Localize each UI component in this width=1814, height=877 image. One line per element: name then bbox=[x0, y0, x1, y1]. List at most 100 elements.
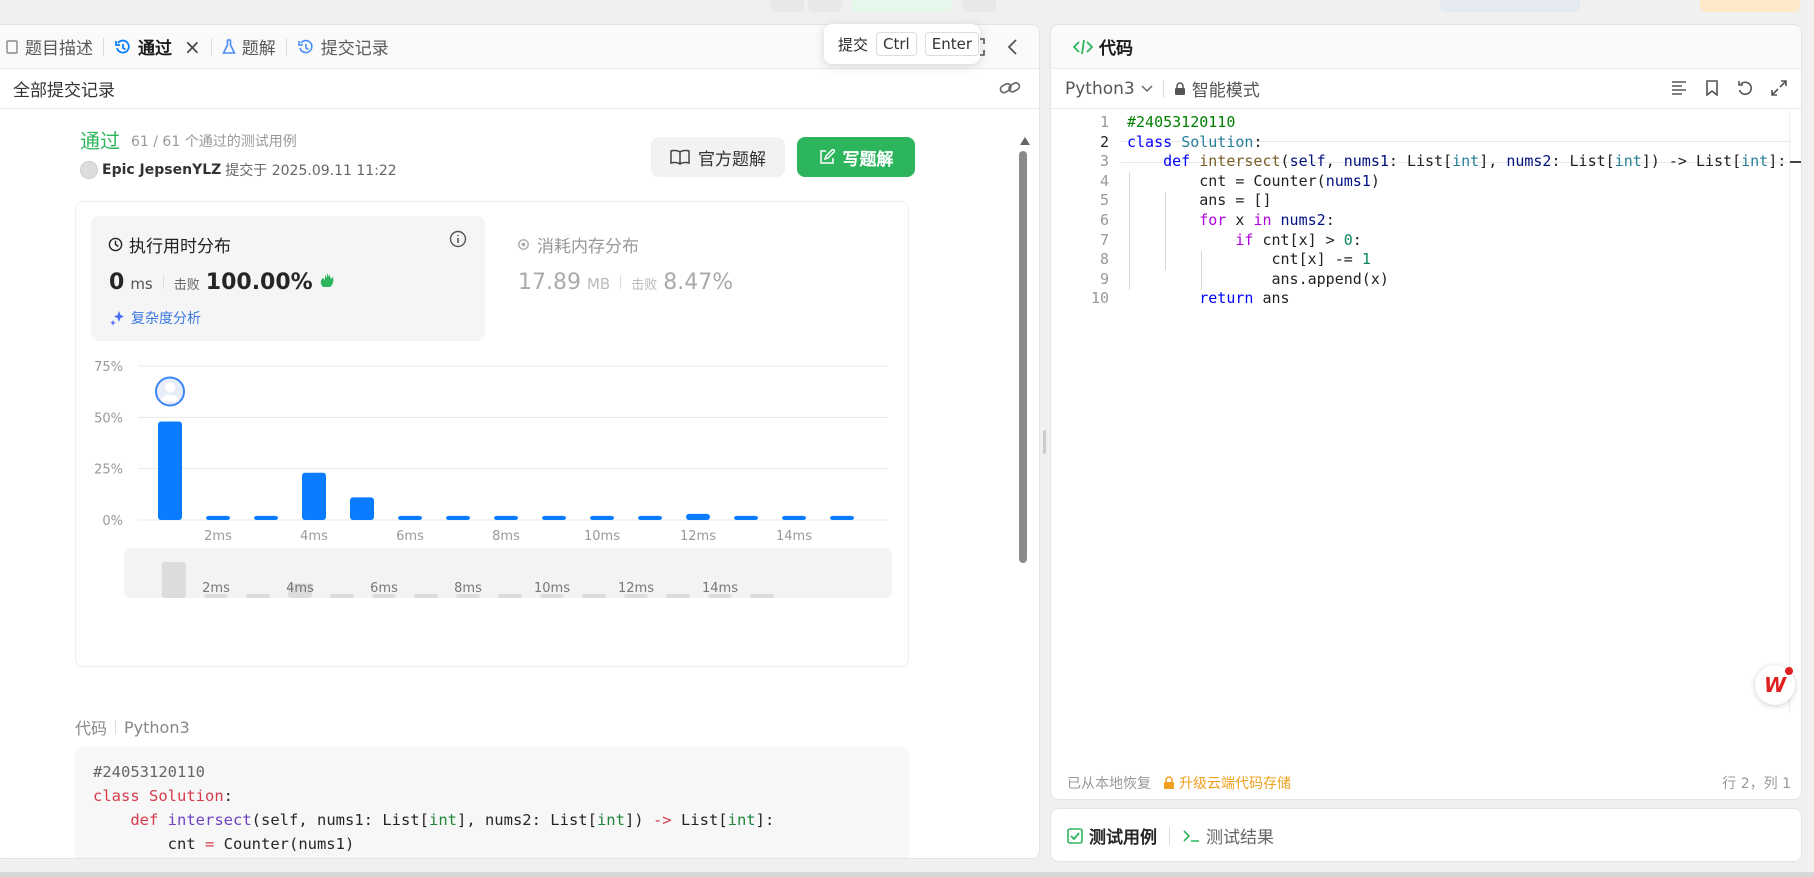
code-line[interactable]: ans = [] bbox=[1127, 191, 1271, 209]
navigator-bar bbox=[666, 594, 690, 598]
code-line[interactable]: #24053120110 bbox=[1127, 113, 1235, 131]
info-icon[interactable] bbox=[449, 230, 467, 248]
tab-accepted[interactable]: 通过 × bbox=[104, 25, 211, 68]
editor-scrollbar[interactable] bbox=[1789, 111, 1801, 713]
chart-bar[interactable] bbox=[830, 515, 854, 520]
code-line[interactable]: return ans bbox=[1127, 289, 1289, 307]
editor-tabs: 代码 bbox=[1051, 25, 1801, 69]
expand-icon[interactable] bbox=[1771, 80, 1787, 96]
memory-beat-pct: 8.47% bbox=[663, 270, 734, 295]
tab-label: 提交记录 bbox=[320, 39, 389, 59]
chart-bar[interactable] bbox=[302, 472, 326, 520]
code-editor[interactable]: 1 #24053120110 2 class Solution: 3 def inter… bbox=[1051, 110, 1791, 710]
runtime-distribution-chart[interactable]: 75% 50% 25% 0% 2ms 4ms 6ms 8ms 10ms 12ms 14ms 2ms 4m… bbox=[76, 352, 910, 652]
code-preview-line: def intersect(self, nums1: List[int], nu… bbox=[130, 811, 775, 829]
history-icon bbox=[114, 38, 132, 56]
avatar-head bbox=[165, 382, 175, 393]
chart-bar[interactable] bbox=[350, 497, 374, 520]
submitter-name[interactable]: Epic JepsenYLZ bbox=[102, 162, 221, 178]
chart-bar[interactable] bbox=[206, 515, 230, 520]
chart-bar[interactable] bbox=[782, 515, 806, 520]
tab-code[interactable]: 代码 bbox=[1063, 25, 1143, 68]
code-line[interactable]: ans.append(x) bbox=[1127, 270, 1388, 288]
stats-card: 执行用时分布 0 ms 击败 100.00% 复杂度分析 消耗内存分布 17.8… bbox=[75, 201, 909, 667]
all-submissions-link[interactable]: 全部提交记录 bbox=[13, 76, 115, 101]
code-line[interactable]: cnt = Counter(nums1) bbox=[1127, 172, 1380, 190]
indent-guide bbox=[1129, 172, 1130, 290]
link-icon[interactable] bbox=[999, 79, 1021, 97]
clap-icon bbox=[319, 271, 337, 289]
scrollbar-thumb[interactable] bbox=[1019, 151, 1027, 563]
code-line[interactable]: cnt[x] -= 1 bbox=[1127, 250, 1370, 268]
x-tick-label: 8ms bbox=[492, 529, 520, 544]
tab-test-result[interactable]: 测试结果 bbox=[1206, 823, 1274, 848]
chart-bar[interactable] bbox=[638, 515, 662, 520]
toolbar-button[interactable] bbox=[770, 0, 804, 12]
write-solution-button[interactable]: 写题解 bbox=[797, 137, 915, 177]
chart-bar[interactable] bbox=[446, 515, 470, 520]
left-scrollbar[interactable] bbox=[1017, 137, 1030, 858]
chart-bar[interactable] bbox=[494, 515, 518, 520]
wps-floating-icon[interactable]: W bbox=[1755, 665, 1795, 705]
line-number: 1 bbox=[1099, 113, 1109, 131]
navigator-tick-label: 6ms bbox=[370, 581, 398, 596]
complexity-analysis-link[interactable]: 复杂度分析 bbox=[131, 308, 201, 328]
chart-bar[interactable] bbox=[542, 515, 566, 520]
submit-tooltip: 提交 Ctrl Enter bbox=[824, 24, 980, 64]
flask-icon bbox=[221, 38, 236, 55]
navigator-bar bbox=[246, 594, 270, 598]
indent-guide bbox=[1201, 250, 1202, 290]
chart-bar[interactable] bbox=[158, 421, 182, 520]
code-section-header: 代码 Python3 bbox=[75, 715, 190, 739]
horizontal-scrollbar[interactable] bbox=[0, 872, 1814, 877]
run-button[interactable] bbox=[808, 0, 842, 12]
x-tick-label: 2ms bbox=[204, 529, 232, 544]
chart-bar[interactable] bbox=[734, 515, 758, 520]
format-icon[interactable] bbox=[1671, 81, 1687, 95]
language-select[interactable]: Python3 bbox=[1065, 79, 1153, 99]
code-line[interactable]: def intersect(self, nums1: List[int], nu… bbox=[1127, 152, 1786, 170]
avatar[interactable] bbox=[80, 161, 98, 179]
result-cases: 61 / 61 个通过的测试用例 bbox=[131, 134, 297, 150]
tab-testcase[interactable]: 测试用例 bbox=[1089, 823, 1157, 848]
official-solution-button[interactable]: 官方题解 bbox=[651, 137, 785, 177]
chart-bar[interactable] bbox=[686, 513, 710, 520]
line-number: 5 bbox=[1099, 191, 1109, 210]
tab-submissions[interactable]: 提交记录 bbox=[287, 25, 399, 68]
collapse-left-icon[interactable] bbox=[1007, 38, 1019, 56]
upgrade-storage-link[interactable]: 升级云端代码存储 bbox=[1179, 773, 1291, 793]
x-tick-label: 12ms bbox=[680, 529, 716, 544]
navigator-bar bbox=[750, 594, 774, 598]
navigator-bar bbox=[162, 562, 186, 598]
bookmark-icon[interactable] bbox=[1705, 80, 1719, 96]
code-line[interactable]: class Solution: bbox=[1127, 133, 1262, 151]
navigator-tick-label: 2ms bbox=[202, 581, 230, 596]
checkbox-icon bbox=[1067, 827, 1083, 844]
premium-button[interactable] bbox=[1700, 0, 1800, 12]
tab-solutions[interactable]: 题解 bbox=[212, 25, 286, 68]
smart-mode-toggle[interactable]: 智能模式 bbox=[1174, 76, 1260, 101]
tab-description[interactable]: 题目描述 bbox=[0, 25, 103, 68]
runtime-box[interactable]: 执行用时分布 0 ms 击败 100.00% 复杂度分析 bbox=[91, 216, 485, 341]
submit-button[interactable] bbox=[852, 0, 952, 12]
chart-bar[interactable] bbox=[398, 515, 422, 520]
chart-bar[interactable] bbox=[590, 515, 614, 520]
x-tick-label: 4ms bbox=[300, 529, 328, 544]
user-menu[interactable] bbox=[1440, 0, 1580, 12]
reset-icon[interactable] bbox=[1737, 80, 1753, 96]
terminal-icon bbox=[1182, 828, 1200, 844]
memory-box[interactable]: 消耗内存分布 17.89 MB 击败 8.47% bbox=[516, 216, 896, 336]
code-line[interactable]: if cnt[x] > 0: bbox=[1127, 231, 1361, 249]
code-line[interactable]: for x in nums2: bbox=[1127, 211, 1334, 229]
resize-handle[interactable] bbox=[1043, 430, 1046, 454]
clock-icon bbox=[108, 237, 123, 252]
language-value: Python3 bbox=[1065, 78, 1135, 99]
code-language: Python3 bbox=[124, 717, 190, 737]
close-icon[interactable]: × bbox=[184, 35, 201, 59]
toolbar-button[interactable] bbox=[962, 0, 996, 12]
chart-bar[interactable] bbox=[254, 515, 278, 520]
document-icon bbox=[5, 39, 19, 54]
submitted-at: 提交于 2025.09.11 11:22 bbox=[225, 163, 397, 179]
runtime-unit: ms bbox=[130, 275, 153, 293]
line-number: 10 bbox=[1090, 289, 1109, 308]
